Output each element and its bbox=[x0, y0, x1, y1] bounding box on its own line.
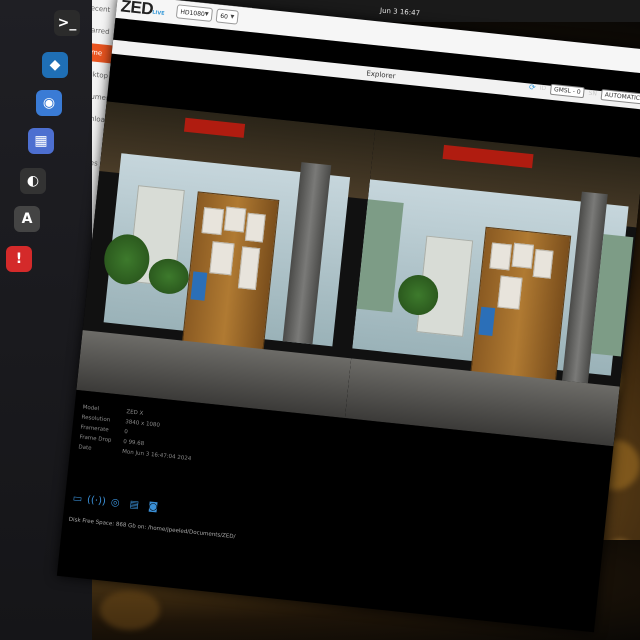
zed-live-label: LIVE bbox=[151, 9, 165, 17]
fps-select[interactable]: 60 ▼ bbox=[215, 8, 239, 25]
chrome-icon[interactable]: ◉ bbox=[36, 90, 62, 116]
notice-paper bbox=[223, 206, 247, 233]
stream-icon[interactable]: ((·)) bbox=[86, 494, 106, 508]
chevron-down-icon: ▼ bbox=[230, 13, 235, 21]
chevron-down-icon: ▼ bbox=[204, 11, 209, 18]
bottom-toolbar: ▭ ((·)) ◎ ▤ ◙ bbox=[70, 492, 160, 514]
left-camera-frame bbox=[76, 101, 376, 419]
desktop-screen: Jun 3 16:47 RecentStarredHomeDesktopDocu… bbox=[0, 0, 640, 640]
refresh-icon[interactable]: ⟳ bbox=[529, 82, 537, 92]
bokeh-light bbox=[100, 590, 160, 630]
sensor-icon[interactable]: ◎ bbox=[108, 496, 122, 510]
notice-paper bbox=[244, 212, 266, 243]
inkscape-icon[interactable]: A bbox=[14, 206, 40, 232]
zed-logo: ZED bbox=[119, 0, 155, 19]
terminal-icon[interactable]: >_ bbox=[54, 10, 80, 36]
zed-app-icon[interactable]: ▦ bbox=[28, 128, 54, 154]
zed-explorer-window: ZED LIVE HD1080 ▼ 60 ▼ Explorer ⟳ ID GMS… bbox=[56, 0, 640, 633]
right-camera-frame bbox=[344, 129, 640, 447]
notice-paper bbox=[532, 249, 554, 279]
resolution-select-value: HD1080 bbox=[180, 8, 206, 18]
stereo-video-view[interactable] bbox=[76, 101, 640, 447]
notice-paper bbox=[511, 242, 535, 269]
fps-select-value: 60 bbox=[219, 12, 229, 21]
camera-icon[interactable]: ◙ bbox=[146, 500, 160, 514]
notice-paper bbox=[497, 275, 523, 310]
notice-paper bbox=[209, 241, 235, 276]
blue-poster bbox=[190, 271, 208, 301]
camera-id-select[interactable]: GMSL - 0 bbox=[549, 83, 586, 98]
obs-icon[interactable]: ◐ bbox=[20, 168, 46, 194]
folder-icon[interactable]: ▭ bbox=[70, 492, 84, 506]
notice-paper bbox=[201, 207, 225, 236]
vscode-icon[interactable]: ◆ bbox=[42, 52, 68, 78]
serial-number-label: SN bbox=[588, 89, 598, 98]
system-clock[interactable]: Jun 3 16:47 bbox=[380, 7, 420, 18]
alert-icon[interactable]: ! bbox=[6, 246, 32, 272]
camera-id-label: ID bbox=[539, 84, 547, 92]
camera-info-panel: Model ZED X Resolution 3840 x 1080 Framerate… bbox=[78, 403, 196, 465]
blue-poster bbox=[478, 306, 496, 336]
disk-status: Disk Free Space: 868 Gb on: /home/jpeele… bbox=[68, 516, 236, 541]
notice-paper bbox=[489, 242, 512, 271]
serial-number-field[interactable]: AUTOMATIC bbox=[600, 88, 640, 105]
svo-record-icon[interactable]: ▤ bbox=[127, 498, 141, 512]
resolution-select[interactable]: HD1080 ▼ bbox=[175, 4, 214, 22]
info-value: 0 bbox=[123, 429, 129, 436]
